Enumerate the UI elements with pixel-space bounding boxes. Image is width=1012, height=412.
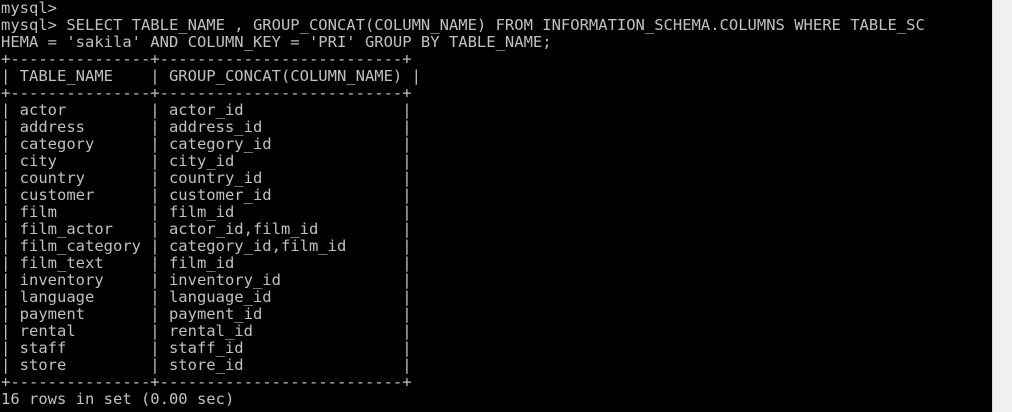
table-header-row: | TABLE_NAME | GROUP_CONCAT(COLUMN_NAME)… xyxy=(1,67,421,85)
table-border-header: +---------------+-----------------------… xyxy=(1,84,412,102)
table-row: | country | country_id | xyxy=(1,169,412,187)
table-row: | film_actor | actor_id,film_id | xyxy=(1,220,412,238)
table-row: | staff | staff_id | xyxy=(1,339,412,357)
terminal-output[interactable]: mysql> mysql> SELECT TABLE_NAME , GROUP_… xyxy=(0,0,992,412)
scrollbar-thumb[interactable] xyxy=(998,4,1007,408)
table-row: | store | store_id | xyxy=(1,356,412,374)
table-row: | language | language_id | xyxy=(1,288,412,306)
result-summary: 16 rows in set (0.00 sec) xyxy=(1,390,235,408)
table-border-top: +---------------+-----------------------… xyxy=(1,50,412,68)
table-row: | rental | rental_id | xyxy=(1,322,412,340)
table-row: | payment | payment_id | xyxy=(1,305,412,323)
query-line: mysql> SELECT TABLE_NAME , GROUP_CONCAT(… xyxy=(1,16,925,34)
query-line-continued: HEMA = 'sakila' AND COLUMN_KEY = 'PRI' G… xyxy=(1,33,552,51)
table-row: | film_category | category_id,film_id | xyxy=(1,237,412,255)
table-row: | city | city_id | xyxy=(1,152,412,170)
vertical-scrollbar[interactable] xyxy=(992,0,1012,412)
terminal-lines: mysql> mysql> SELECT TABLE_NAME , GROUP_… xyxy=(1,0,925,408)
table-row: | actor | actor_id | xyxy=(1,101,412,119)
table-row: | customer | customer_id | xyxy=(1,186,412,204)
table-row: | film | film_id | xyxy=(1,203,412,221)
table-border-bottom: +---------------+-----------------------… xyxy=(1,373,412,391)
table-row: | film_text | film_id | xyxy=(1,254,412,272)
table-row: | inventory | inventory_id | xyxy=(1,271,412,289)
table-row: | address | address_id | xyxy=(1,118,412,136)
prompt-line: mysql> xyxy=(1,0,57,17)
table-row: | category | category_id | xyxy=(1,135,412,153)
